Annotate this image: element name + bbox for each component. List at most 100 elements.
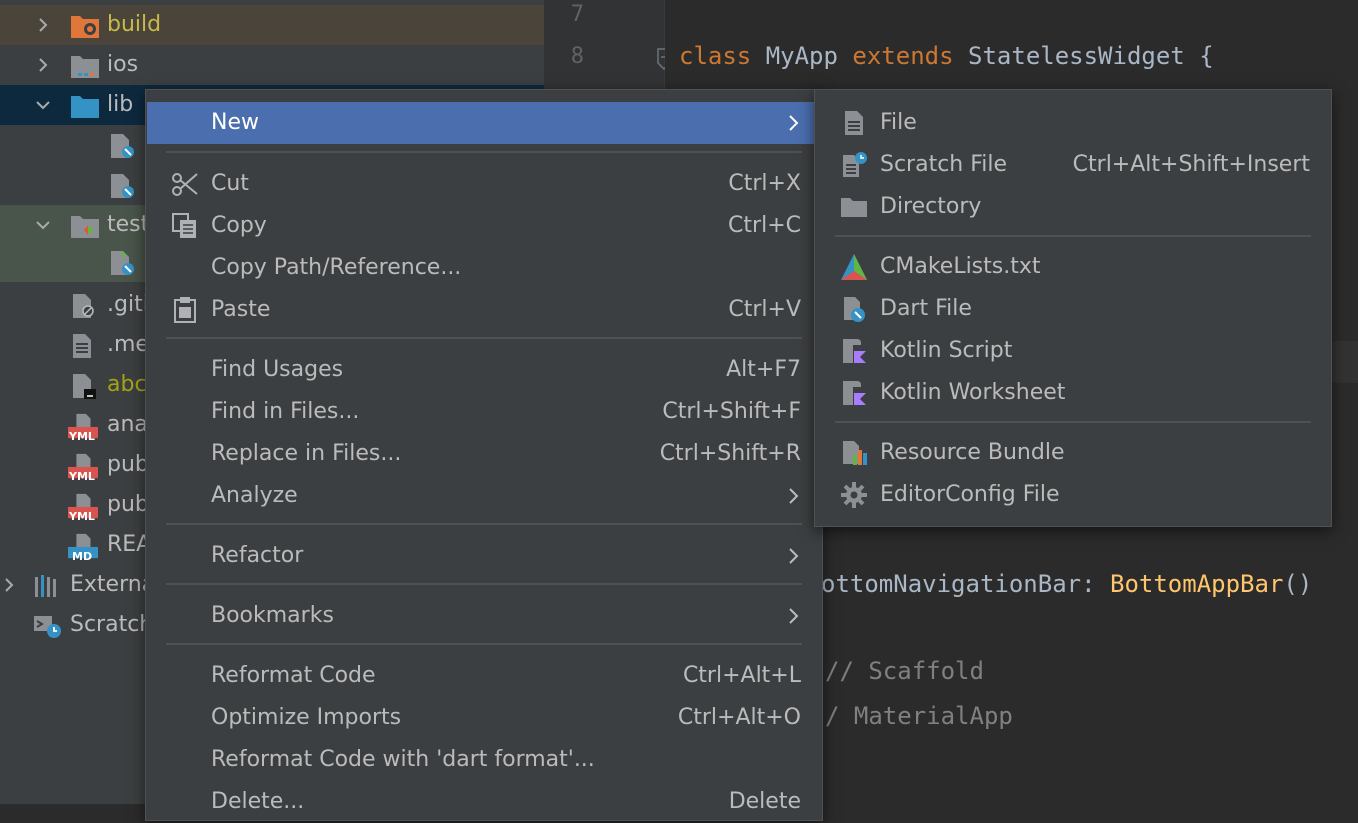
dart-test-file-icon [111,251,134,275]
tree-item-ios[interactable]: ios [0,45,544,85]
menu-item-label: Reformat Code with 'dart format'... [211,747,595,772]
menu-item-label: Refactor [211,543,304,568]
shortcut: Ctrl+C [728,213,801,238]
menu-separator [166,523,802,525]
menu-separator [166,151,802,153]
context-menu: New Cut Ctrl+X Copy Ctrl+C Copy Path/Ref… [145,89,823,821]
cmake-icon [841,254,867,280]
shortcut: Ctrl+Alt+O [677,705,801,730]
menu-item-label: Kotlin Script [880,338,1013,363]
scratches-icon [34,616,61,638]
line-number: 8 [570,44,584,69]
code-comment: // Scaffold [825,657,984,685]
chevron-right-icon[interactable] [34,16,52,34]
shortcut: Ctrl+V [728,297,801,322]
submenu-item-dart-file[interactable]: Dart File [816,288,1330,330]
md-badge: MD [72,550,93,563]
menu-item-label: Copy Path/Reference... [211,255,462,280]
file-icon [845,111,863,135]
menu-item-label: File [880,110,917,135]
clipboard-icon [174,297,196,323]
tree-item-label: pub [107,492,149,517]
menu-item-find-in-files[interactable]: Find in Files... Ctrl+Shift+F [147,391,821,433]
menu-item-paste[interactable]: Paste Ctrl+V [147,289,821,331]
menu-item-copy-path[interactable]: Copy Path/Reference... [147,247,821,289]
menu-item-copy[interactable]: Copy Ctrl+C [147,205,821,247]
gear-icon [841,482,867,508]
chevron-right-icon[interactable] [34,56,52,74]
menu-item-delete[interactable]: Delete... Delete [147,781,821,823]
shortcut: Delete [728,789,801,814]
brace: { [1199,42,1214,70]
submenu-item-file[interactable]: File [816,102,1330,144]
chevron-right-icon [789,548,799,564]
menu-item-optimize-imports[interactable]: Optimize Imports Ctrl+Alt+O [147,697,821,739]
identifier: ottomNavigationBar: [821,570,1096,598]
submenu-item-cmakelists[interactable]: CMakeLists.txt [816,246,1330,288]
chevron-right-icon [789,608,799,624]
yml-badge: YML [69,470,95,483]
ignore-file-icon [73,294,94,318]
parens: () [1283,570,1313,598]
menu-item-new[interactable]: New [147,102,821,144]
folder-icon [71,56,99,78]
menu-item-label: New [211,110,259,135]
menu-item-refactor[interactable]: Refactor [147,535,821,577]
yml-badge: YML [69,430,95,443]
menu-item-label: Find in Files... [211,399,360,424]
menu-item-label: Bookmarks [211,603,334,628]
menu-item-label: Paste [211,297,271,322]
menu-item-reformat-code[interactable]: Reformat Code Ctrl+Alt+L [147,655,821,697]
shortcut: Ctrl+Alt+L [682,663,801,688]
menu-separator [835,421,1311,423]
submenu-item-editorconfig[interactable]: EditorConfig File [816,474,1330,516]
menu-item-analyze[interactable]: Analyze [147,475,821,517]
menu-item-label: Dart File [880,296,972,321]
tree-item-build[interactable]: build [0,5,544,45]
menu-item-label: Kotlin Worksheet [880,380,1066,405]
dart-file-icon [111,134,134,158]
menu-item-label: Optimize Imports [211,705,402,730]
chevron-right-icon [789,115,799,131]
menu-item-replace-in-files[interactable]: Replace in Files... Ctrl+Shift+R [147,433,821,475]
chevron-down-icon[interactable] [34,216,52,234]
tree-item-label: ana [107,412,148,437]
menu-separator [835,235,1311,237]
tree-item-label: test [107,212,150,237]
source-folder-icon [71,96,99,118]
tree-item-label: build [107,12,162,37]
submenu-item-kotlin-script[interactable]: Kotlin Script [816,330,1330,372]
shortcut: Ctrl+Shift+F [662,399,801,424]
tree-item-label: .giti [107,292,149,317]
identifier: MyApp [765,42,838,70]
library-icon [35,575,56,597]
menu-item-find-usages[interactable]: Find Usages Alt+F7 [147,349,821,391]
class-name: BottomAppBar [1110,570,1284,598]
submenu-item-scratch-file[interactable]: Scratch File Ctrl+Alt+Shift+Insert [816,144,1330,186]
tree-item-label: .me [107,332,149,357]
menu-separator [166,583,802,585]
submenu-item-kotlin-worksheet[interactable]: Kotlin Worksheet [816,372,1330,414]
build-folder-icon [71,16,99,38]
tree-item-label: pub [107,452,149,477]
keyword: class [679,42,752,70]
scratch-file-icon [843,152,867,177]
resource-bundle-icon [843,441,867,465]
submenu-item-resource-bundle[interactable]: Resource Bundle [816,432,1330,474]
code-line-8: class MyApp extends StatelessWidget { [679,42,1214,70]
submenu-item-directory[interactable]: Directory [816,186,1330,228]
yml-badge: YML [69,510,95,523]
scissors-icon [172,173,198,196]
line-number: 7 [570,2,584,27]
tree-item-label: Externa [70,572,156,597]
chevron-down-icon[interactable] [34,96,52,114]
menu-item-label: Resource Bundle [880,440,1065,465]
tree-item-label: lib [107,92,134,117]
folder-icon [841,198,867,217]
menu-item-dart-format[interactable]: Reformat Code with 'dart format'... [147,739,821,781]
menu-item-cut[interactable]: Cut Ctrl+X [147,163,821,205]
chevron-right-icon[interactable] [0,576,18,594]
menu-item-bookmarks[interactable]: Bookmarks [147,595,821,637]
menu-item-label: CMakeLists.txt [880,254,1041,279]
chevron-right-icon [789,488,799,504]
